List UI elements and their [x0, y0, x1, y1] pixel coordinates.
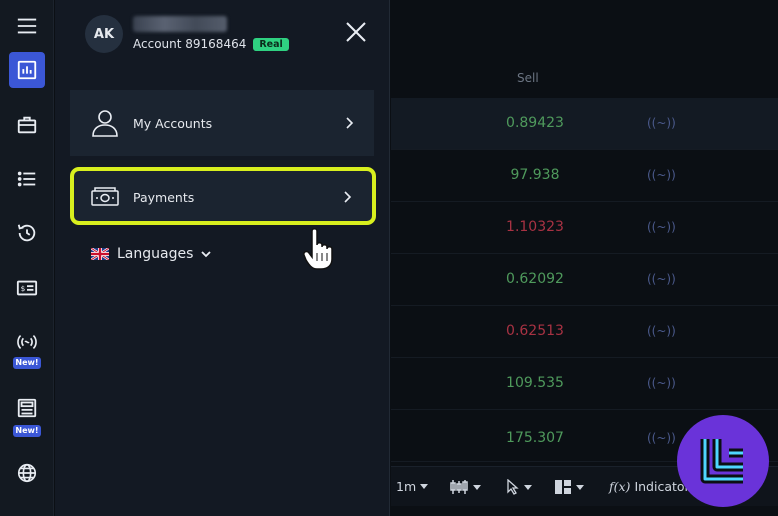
indicators-button[interactable]: f(x) Indicator: [609, 479, 690, 494]
chevron-down-icon: [524, 484, 532, 490]
payment-card-icon[interactable]: $: [9, 270, 45, 306]
sell-price: 0.62513: [506, 323, 564, 339]
layout-dropdown[interactable]: [554, 479, 584, 495]
list-icon[interactable]: [9, 161, 45, 197]
signals-icon[interactable]: [9, 324, 45, 360]
sell-price: 97.938: [510, 167, 560, 183]
my-accounts-menu-item[interactable]: My Accounts: [70, 90, 374, 156]
svg-text:$: $: [21, 284, 26, 293]
avatar[interactable]: AK: [85, 15, 123, 53]
table-row[interactable]: 109.535 ((~)): [391, 358, 778, 410]
payments-label: Payments: [133, 190, 195, 205]
sell-price: 0.62092: [506, 271, 564, 287]
sell-column-header: Sell: [517, 71, 539, 85]
sell-price: 109.535: [506, 375, 564, 391]
chevron-down-icon: [201, 251, 212, 258]
table-row[interactable]: 0.89423 ((~)): [391, 98, 778, 150]
news-new-badge: New!: [13, 425, 41, 437]
watermark-logo: [677, 415, 769, 507]
signal-icon[interactable]: ((~)): [647, 324, 676, 338]
payments-menu-item[interactable]: Payments: [70, 167, 376, 225]
globe-icon[interactable]: [9, 455, 45, 491]
chevron-right-icon: [346, 117, 354, 129]
candlestick-icon: [450, 480, 468, 494]
account-info: Account 89168464 Real: [133, 37, 289, 51]
layout-grid-icon: [555, 480, 571, 494]
history-icon[interactable]: [9, 215, 45, 251]
cash-icon: [91, 187, 119, 206]
signal-icon[interactable]: ((~)): [647, 272, 676, 286]
user-icon: [90, 108, 120, 138]
account-holder-name-redacted: [133, 16, 227, 32]
cursor-tool-dropdown[interactable]: [506, 479, 532, 495]
languages-dropdown[interactable]: Languages: [91, 246, 212, 262]
brand-logo-icon: [700, 439, 743, 484]
close-icon[interactable]: [344, 20, 368, 44]
chart-icon[interactable]: [9, 52, 45, 88]
briefcase-icon[interactable]: [9, 107, 45, 143]
account-type-badge: Real: [253, 37, 289, 51]
function-icon: f(x): [609, 479, 631, 494]
chart-type-dropdown[interactable]: [449, 479, 481, 495]
chevron-down-icon: [576, 484, 584, 490]
my-accounts-label: My Accounts: [133, 115, 213, 131]
signal-icon[interactable]: ((~)): [647, 376, 676, 390]
chevron-down-icon: [420, 484, 429, 489]
hand-pointer-cursor-icon: [303, 228, 333, 270]
signal-icon[interactable]: ((~)): [647, 431, 676, 445]
table-row[interactable]: 0.62092 ((~)): [391, 254, 778, 306]
chevron-down-icon: [473, 484, 481, 490]
timeframe-value: 1m: [396, 479, 417, 494]
hamburger-menu-icon[interactable]: [9, 8, 45, 44]
uk-flag-icon: [91, 248, 109, 260]
signal-icon[interactable]: ((~)): [647, 168, 676, 182]
cursor-arrow-icon: [507, 479, 519, 495]
left-icon-rail: $ New! New!: [0, 0, 54, 516]
table-row[interactable]: 0.62513 ((~)): [391, 306, 778, 358]
news-icon[interactable]: [9, 390, 45, 426]
sell-price: 175.307: [506, 430, 564, 446]
languages-label: Languages: [117, 246, 194, 262]
account-drawer: AK Account 89168464 Real My Accounts Pay…: [55, 0, 390, 516]
table-row[interactable]: 97.938 ((~)): [391, 150, 778, 202]
signals-new-badge: New!: [13, 357, 41, 369]
signal-icon[interactable]: ((~)): [647, 116, 676, 130]
chevron-right-icon: [344, 191, 352, 203]
sell-price: 1.10323: [506, 219, 564, 235]
sell-price: 0.89423: [506, 115, 564, 131]
signal-icon[interactable]: ((~)): [647, 220, 676, 234]
account-number: Account 89168464: [133, 37, 247, 51]
table-row[interactable]: 1.10323 ((~)): [391, 202, 778, 254]
timeframe-dropdown[interactable]: 1m: [396, 479, 429, 494]
